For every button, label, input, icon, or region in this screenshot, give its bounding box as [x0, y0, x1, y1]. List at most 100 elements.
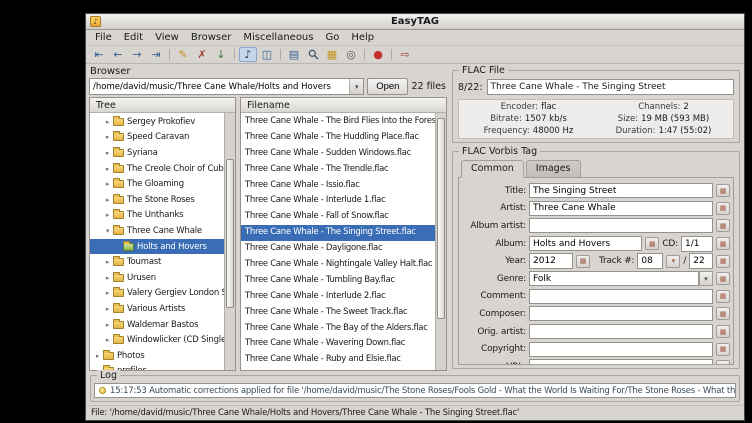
- menu-help[interactable]: Help: [345, 30, 380, 45]
- tree-item[interactable]: ▸Various Artists: [90, 301, 224, 317]
- tree-expander-icon[interactable]: ▸: [103, 165, 112, 173]
- apply-comment-to-all-icon[interactable]: ▦: [716, 290, 730, 303]
- apply-album-artist-to-all-icon[interactable]: ▦: [716, 219, 730, 232]
- apply-orig-artist-to-all-icon[interactable]: ▦: [716, 325, 730, 338]
- cddb-icon[interactable]: ◎: [342, 47, 360, 62]
- file-row[interactable]: Three Cane Whale - The Vision.flac: [241, 368, 435, 370]
- file-row[interactable]: Three Cane Whale - Interlude 1.flac: [241, 193, 435, 209]
- genre-dropdown-icon[interactable]: ▾: [699, 271, 713, 286]
- tab-images[interactable]: Images: [526, 160, 581, 178]
- next-file-icon[interactable]: →: [128, 47, 146, 62]
- album-input[interactable]: [529, 236, 642, 251]
- tab-common[interactable]: Common: [461, 160, 524, 178]
- track-total-input[interactable]: [689, 253, 713, 269]
- file-row[interactable]: Three Cane Whale - Ruby and Elsie.flac: [241, 352, 435, 368]
- tree-item[interactable]: ▸Waldemar Bastos: [90, 317, 224, 333]
- tree-expander-icon[interactable]: ▸: [103, 180, 112, 188]
- file-row[interactable]: Three Cane Whale - The Huddling Place.fl…: [241, 130, 435, 146]
- file-row[interactable]: Three Cane Whale - The Trendle.flac: [241, 162, 435, 178]
- composer-input[interactable]: [529, 306, 713, 321]
- file-row[interactable]: Three Cane Whale - The Bird Flies Into t…: [241, 114, 435, 130]
- file-list-scrollbar-thumb[interactable]: [437, 118, 445, 318]
- save-files-icon[interactable]: ↓: [212, 47, 230, 62]
- artist-input[interactable]: [529, 201, 713, 216]
- tree-expander-icon[interactable]: ▸: [103, 258, 112, 266]
- file-row[interactable]: Three Cane Whale - Fall of Snow.flac: [241, 209, 435, 225]
- tree-column-header[interactable]: Tree: [90, 98, 235, 113]
- tree-expander-icon[interactable]: ▸: [103, 118, 112, 126]
- apply-year-to-all-icon[interactable]: ▦: [576, 255, 590, 268]
- file-row[interactable]: Three Cane Whale - Tumbling Bay.flac: [241, 273, 435, 289]
- quit-icon[interactable]: ⇨: [396, 47, 414, 62]
- tree-item[interactable]: ▸The Stone Roses: [90, 192, 224, 208]
- tree-item[interactable]: ▸Urusen: [90, 270, 224, 286]
- path-dropdown-icon[interactable]: ▾: [349, 79, 363, 94]
- tree-scrollbar-thumb[interactable]: [226, 159, 234, 308]
- file-row[interactable]: Three Cane Whale - Wavering Down.flac: [241, 336, 435, 352]
- apply-title-to-all-icon[interactable]: ▦: [716, 184, 730, 197]
- tree-expander-icon[interactable]: ▸: [103, 211, 112, 219]
- file-row[interactable]: Three Cane Whale - Nightingale Valley Ha…: [241, 257, 435, 273]
- album-artist-input[interactable]: [529, 218, 713, 233]
- tree-expander-icon[interactable]: ▸: [103, 149, 112, 157]
- url-input[interactable]: [529, 359, 713, 365]
- apply-composer-to-all-icon[interactable]: ▦: [716, 307, 730, 320]
- tree-expander-icon[interactable]: ▸: [93, 352, 102, 360]
- stop-icon[interactable]: ●: [369, 47, 387, 62]
- file-row[interactable]: Three Cane Whale - The Bay of the Alders…: [241, 321, 435, 337]
- tree-item[interactable]: Holts and Hovers: [90, 239, 224, 255]
- menu-edit[interactable]: Edit: [118, 30, 149, 45]
- remove-tags-icon[interactable]: ✗: [193, 47, 211, 62]
- tree-item[interactable]: ▸The Gloaming: [90, 176, 224, 192]
- file-row[interactable]: Three Cane Whale - The Singing Street.fl…: [241, 225, 435, 241]
- track-input[interactable]: [637, 253, 663, 269]
- apply-album-to-all-icon[interactable]: ▦: [645, 237, 659, 250]
- first-file-icon[interactable]: ⇤: [90, 47, 108, 62]
- genre-input[interactable]: [529, 271, 699, 286]
- file-row[interactable]: Three Cane Whale - Interlude 2.flac: [241, 289, 435, 305]
- tree-item[interactable]: ▸Windowlicker (CD Single): [90, 332, 224, 348]
- fill-mask-icon[interactable]: ▦: [323, 47, 341, 62]
- artist-album-view-icon[interactable]: ◫: [258, 47, 276, 62]
- tree-item[interactable]: ▸Toumast: [90, 254, 224, 270]
- file-list-scrollbar[interactable]: [435, 113, 446, 370]
- tree-expander-icon[interactable]: ▸: [103, 321, 112, 329]
- previous-file-icon[interactable]: ←: [109, 47, 127, 62]
- tree-expander-icon[interactable]: ▸: [103, 274, 112, 282]
- apply-cd-to-all-icon[interactable]: ▦: [716, 237, 730, 250]
- apply-genre-to-all-icon[interactable]: ▦: [716, 272, 730, 285]
- title-input[interactable]: [529, 183, 713, 198]
- menu-go[interactable]: Go: [319, 30, 345, 45]
- tree-item[interactable]: ▸The Unthanks: [90, 208, 224, 224]
- tree-expander-icon[interactable]: ▸: [103, 289, 112, 297]
- file-row[interactable]: Three Cane Whale - The Sweet Track.flac: [241, 305, 435, 321]
- last-file-icon[interactable]: ⇥: [147, 47, 165, 62]
- menu-file[interactable]: File: [89, 30, 118, 45]
- filename-column-header[interactable]: Filename: [241, 98, 446, 113]
- apply-track-to-all-icon[interactable]: ▦: [716, 255, 730, 268]
- orig-artist-input[interactable]: [529, 324, 713, 339]
- tree-item[interactable]: ▸The Creole Choir of Cuba: [90, 161, 224, 177]
- open-button[interactable]: Open: [367, 78, 408, 95]
- tree-expander-icon[interactable]: ▾: [103, 227, 112, 235]
- menu-view[interactable]: View: [149, 30, 185, 45]
- copyright-input[interactable]: [529, 342, 713, 357]
- tree-expander-icon[interactable]: ▸: [103, 305, 112, 313]
- file-row[interactable]: Three Cane Whale - Sudden Windows.flac: [241, 146, 435, 162]
- tree-expander-icon[interactable]: ▸: [103, 336, 112, 344]
- comment-input[interactable]: [529, 289, 713, 304]
- tree-item[interactable]: ▸Valery Gergiev London Symp: [90, 286, 224, 302]
- path-input[interactable]: [90, 79, 349, 94]
- titlebar[interactable]: ♪ EasyTAG: [86, 14, 744, 30]
- tree-scrollbar[interactable]: [224, 113, 235, 370]
- tree-item[interactable]: ▸Speed Caravan: [90, 130, 224, 146]
- menu-miscellaneous[interactable]: Miscellaneous: [237, 30, 319, 45]
- file-row[interactable]: Three Cane Whale - Issio.flac: [241, 178, 435, 194]
- menu-browser[interactable]: Browser: [185, 30, 238, 45]
- tree-view-icon[interactable]: ♪: [239, 47, 257, 62]
- file-row[interactable]: Three Cane Whale - Dayligone.flac: [241, 241, 435, 257]
- tree-expander-icon[interactable]: ▸: [103, 196, 112, 204]
- search-icon[interactable]: [304, 47, 322, 62]
- apply-artist-to-all-icon[interactable]: ▦: [716, 202, 730, 215]
- apply-copyright-to-all-icon[interactable]: ▦: [716, 343, 730, 356]
